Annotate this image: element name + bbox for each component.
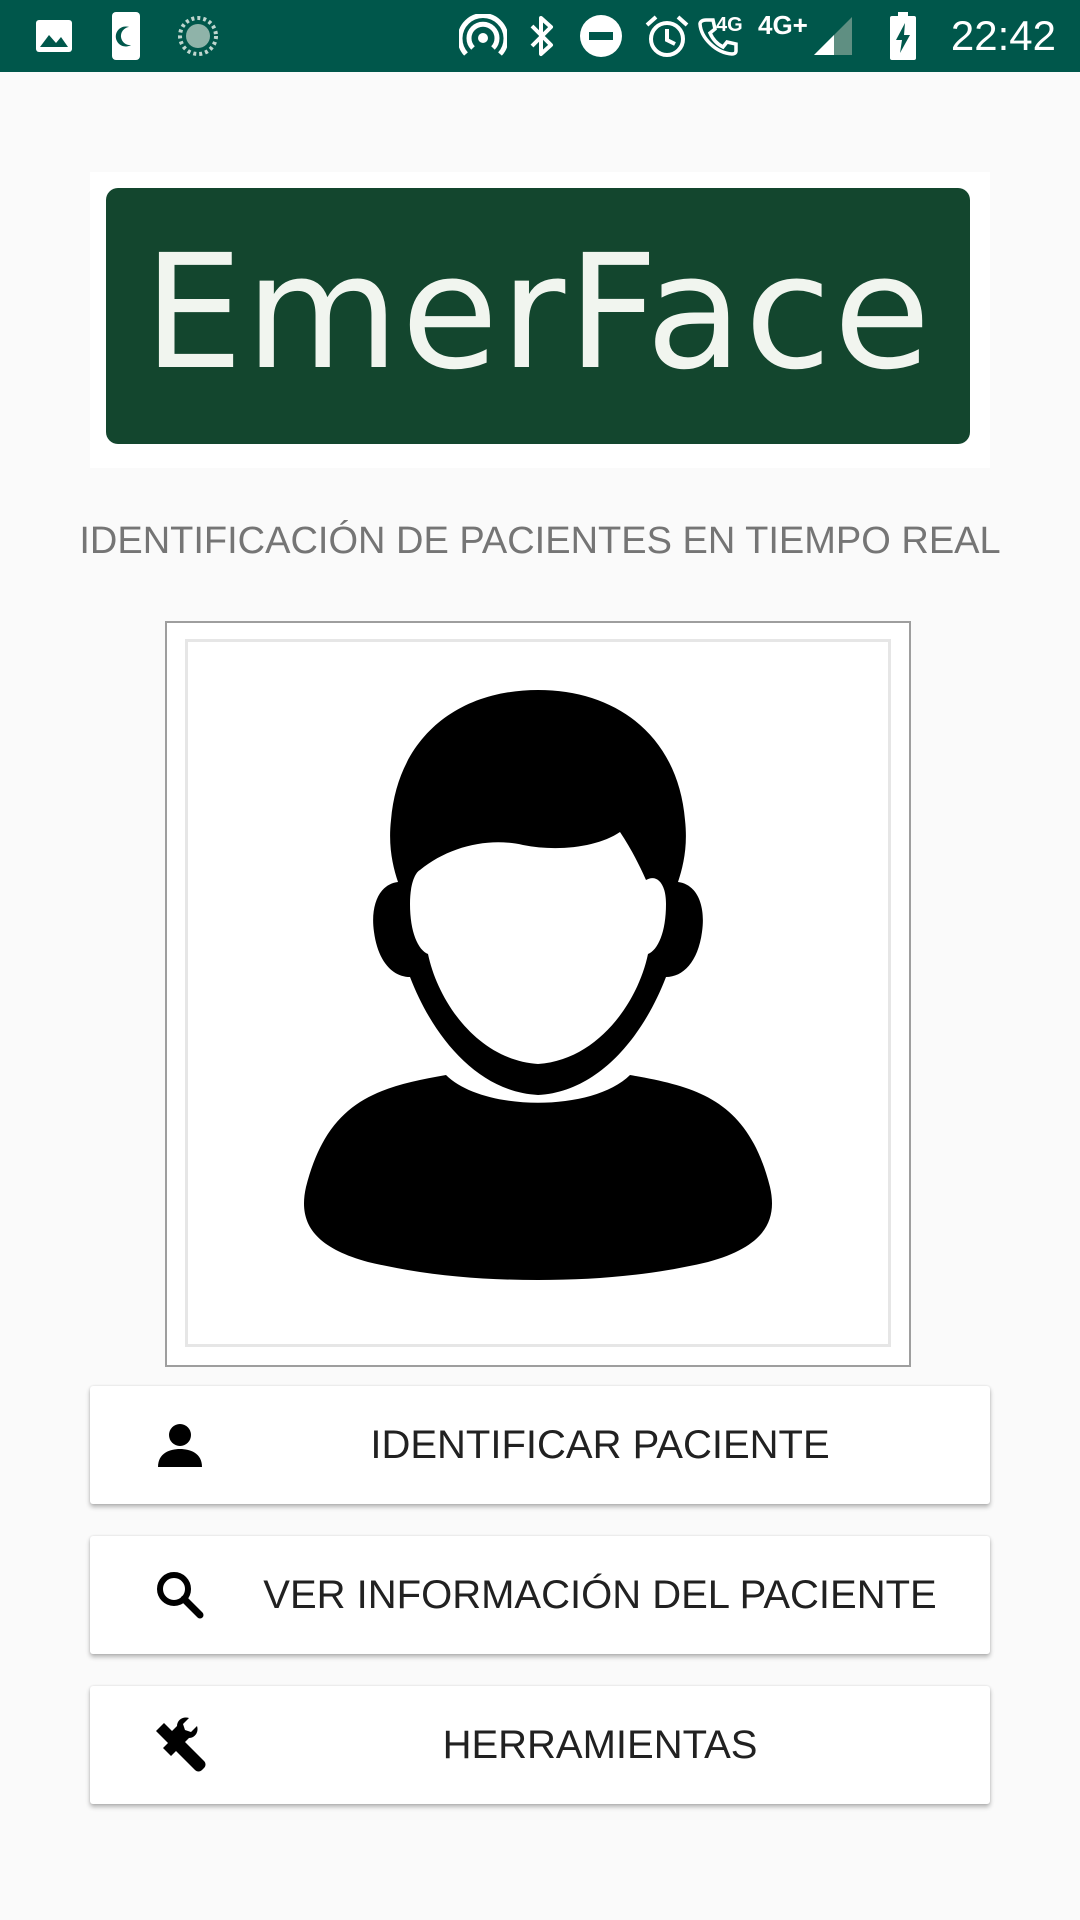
identify-patient-button[interactable]: IDENTIFICAR PACIENTE: [90, 1386, 990, 1504]
status-bar: 4G 4G+ 22:42: [0, 0, 1080, 72]
patient-photo: [165, 621, 911, 1367]
app-logo: EmerFace: [90, 172, 990, 468]
identify-patient-label: IDENTIFICAR PACIENTE: [370, 1423, 830, 1467]
network-type-small: 4G: [716, 14, 743, 36]
wrench-icon: [150, 1715, 210, 1775]
sleep-icon: [110, 0, 142, 72]
loading-icon: [176, 0, 220, 72]
tools-label: HERRAMIENTAS: [442, 1723, 758, 1767]
network-type-large: 4G+: [758, 10, 808, 40]
gallery-icon: [34, 0, 74, 72]
user-silhouette-icon: [303, 690, 773, 1280]
tools-button[interactable]: HERRAMIENTAS: [90, 1686, 990, 1804]
logo-banner: EmerFace: [106, 188, 970, 444]
page-subtitle: IDENTIFICACIÓN DE PACIENTES EN TIEMPO RE…: [79, 520, 1001, 562]
status-time: 22:42: [950, 12, 1056, 59]
battery-charging-icon: [888, 0, 918, 72]
hotspot-icon: [458, 0, 508, 72]
signal-icon: [812, 0, 854, 72]
photo-inner-frame: [185, 639, 891, 1347]
person-icon: [150, 1415, 210, 1475]
do-not-disturb-icon: [578, 0, 624, 72]
view-patient-info-button[interactable]: VER INFORMACIÓN DEL PACIENTE: [90, 1536, 990, 1654]
view-patient-info-label: VER INFORMACIÓN DEL PACIENTE: [263, 1573, 937, 1617]
search-icon: [150, 1565, 210, 1625]
logo-text: EmerFace: [143, 221, 933, 405]
alarm-icon: [644, 0, 690, 72]
bluetooth-icon: [522, 0, 562, 72]
